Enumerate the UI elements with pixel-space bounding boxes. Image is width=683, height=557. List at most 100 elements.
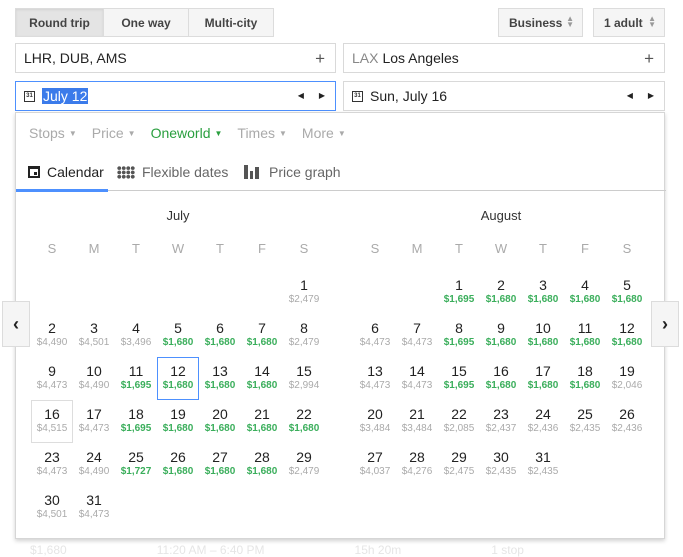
next-date-icon[interactable]: ▶ (319, 91, 325, 100)
calendar-day[interactable]: 25 $1,727 (115, 443, 157, 486)
calendar-day[interactable]: 8 $1,695 (438, 314, 480, 357)
day-number: 19 (619, 363, 635, 379)
calendar-day[interactable]: 17 $1,680 (522, 357, 564, 400)
calendar-day[interactable]: 6 $4,473 (354, 314, 396, 357)
day-number: 25 (577, 406, 593, 422)
calendar-day[interactable]: 23 $4,473 (31, 443, 73, 486)
filter-airline-alliance[interactable]: Oneworld ▼ (151, 125, 223, 141)
calendar-day[interactable]: 1 $2,479 (283, 271, 325, 314)
calendar-day[interactable]: 26 $1,680 (157, 443, 199, 486)
day-number: 13 (212, 363, 228, 379)
destination-input[interactable]: LAX Los Angeles + (343, 43, 665, 73)
calendar-day[interactable]: 14 $4,473 (396, 357, 438, 400)
calendar-day[interactable]: 25 $2,435 (564, 400, 606, 443)
calendar-day[interactable]: 9 $1,680 (480, 314, 522, 357)
calendar-day[interactable]: 2 $4,490 (31, 314, 73, 357)
add-origin-icon[interactable]: + (315, 49, 325, 69)
calendar-day[interactable]: 4 $3,496 (115, 314, 157, 357)
calendar-day[interactable]: 5 $1,680 (157, 314, 199, 357)
calendar-day[interactable]: 19 $1,680 (157, 400, 199, 443)
calendar-day[interactable]: 27 $1,680 (199, 443, 241, 486)
calendar-day[interactable]: 20 $3,484 (354, 400, 396, 443)
next-month-button[interactable]: › (651, 301, 679, 347)
calendar-day[interactable]: 4 $1,680 (564, 271, 606, 314)
filter-times[interactable]: Times ▼ (237, 125, 287, 141)
tab-flexible-dates[interactable]: Flexible dates (117, 164, 228, 180)
calendar-day[interactable]: 28 $4,276 (396, 443, 438, 486)
calendar-day[interactable]: 13 $4,473 (354, 357, 396, 400)
calendar-day[interactable]: 16 $1,680 (480, 357, 522, 400)
calendar-day[interactable]: 15 $1,695 (438, 357, 480, 400)
one-way-button[interactable]: One way (103, 8, 189, 37)
add-destination-icon[interactable]: + (644, 49, 654, 69)
origin-input[interactable]: LHR, DUB, AMS + (15, 43, 336, 73)
day-price: $1,680 (204, 423, 236, 434)
calendar-day[interactable]: 29 $2,475 (438, 443, 480, 486)
prev-date-icon[interactable]: ◀ (627, 91, 633, 100)
calendar-day[interactable]: 3 $4,501 (73, 314, 115, 357)
calendar-day[interactable]: 30 $4,501 (31, 486, 73, 529)
prev-date-icon[interactable]: ◀ (298, 91, 304, 100)
tab-calendar[interactable]: Calendar (28, 164, 104, 180)
calendar-day[interactable]: 31 $4,473 (73, 486, 115, 529)
calendar-day[interactable]: 2 $1,680 (480, 271, 522, 314)
day-price: $3,496 (120, 337, 152, 348)
calendar-day[interactable]: 9 $4,473 (31, 357, 73, 400)
calendar-day-selected-return[interactable]: 16 $4,515 (31, 400, 73, 443)
round-trip-button[interactable]: Round trip (15, 8, 104, 37)
passengers-select[interactable]: 1 adult ▲ ▼ (593, 8, 665, 37)
calendar-day[interactable]: 20 $1,680 (199, 400, 241, 443)
calendar-day[interactable]: 15 $2,994 (283, 357, 325, 400)
calendar-day[interactable]: 21 $1,680 (241, 400, 283, 443)
cabin-class-select[interactable]: Business ▲ ▼ (498, 8, 583, 37)
calendar-day[interactable]: 28 $1,680 (241, 443, 283, 486)
day-number: 6 (216, 320, 224, 336)
calendar-day[interactable]: 10 $4,490 (73, 357, 115, 400)
calendar-day-selected-depart[interactable]: 12 $1,680 (157, 357, 199, 400)
filter-stops[interactable]: Stops ▼ (29, 125, 77, 141)
calendar-day[interactable]: 5 $1,680 (606, 271, 648, 314)
multi-city-button[interactable]: Multi-city (188, 8, 274, 37)
calendar-day[interactable]: 7 $4,473 (396, 314, 438, 357)
tab-price-graph[interactable]: Price graph (244, 164, 341, 180)
calendar-day[interactable]: 13 $1,680 (199, 357, 241, 400)
calendar-day[interactable]: 10 $1,680 (522, 314, 564, 357)
view-tabs: Calendar Flexible dates Price graph (16, 153, 666, 192)
calendar-day[interactable]: 6 $1,680 (199, 314, 241, 357)
calendar-day[interactable]: 21 $3,484 (396, 400, 438, 443)
filter-more[interactable]: More ▼ (302, 125, 346, 141)
calendar-day[interactable]: 3 $1,680 (522, 271, 564, 314)
calendar-day[interactable]: 31 $2,435 (522, 443, 564, 486)
calendar-day[interactable]: 24 $2,436 (522, 400, 564, 443)
calendar-day[interactable]: 27 $4,037 (354, 443, 396, 486)
calendar-day[interactable]: 11 $1,695 (115, 357, 157, 400)
previous-month-button[interactable]: ‹ (2, 301, 30, 347)
calendar-day[interactable]: 22 $2,085 (438, 400, 480, 443)
calendar-day[interactable]: 29 $2,479 (283, 443, 325, 486)
day-number: 1 (455, 277, 463, 293)
filter-price[interactable]: Price ▼ (92, 125, 136, 141)
calendar-day[interactable]: 7 $1,680 (241, 314, 283, 357)
calendar-day[interactable]: 1 $1,695 (438, 271, 480, 314)
calendar-day[interactable]: 22 $1,680 (283, 400, 325, 443)
calendar-day[interactable]: 14 $1,680 (241, 357, 283, 400)
day-price: $2,994 (288, 380, 320, 391)
calendar-day[interactable]: 18 $1,680 (564, 357, 606, 400)
calendar-day[interactable]: 24 $4,490 (73, 443, 115, 486)
calendar-day[interactable]: 8 $2,479 (283, 314, 325, 357)
calendar-day[interactable]: 17 $4,473 (73, 400, 115, 443)
up-down-arrows-icon: ▲ ▼ (566, 14, 574, 29)
calendar-day[interactable]: 18 $1,695 (115, 400, 157, 443)
day-price: $1,695 (443, 294, 475, 305)
calendar-day[interactable]: 30 $2,435 (480, 443, 522, 486)
day-price: $1,680 (246, 466, 278, 477)
calendar-day[interactable]: 23 $2,437 (480, 400, 522, 443)
next-date-icon[interactable]: ▶ (648, 91, 654, 100)
depart-date-input[interactable]: 31 July 12 ◀ ▶ (15, 81, 336, 111)
return-date-input[interactable]: 31 Sun, July 16 ◀ ▶ (343, 81, 665, 111)
calendar-day[interactable]: 19 $2,046 (606, 357, 648, 400)
calendar-day[interactable]: 26 $2,436 (606, 400, 648, 443)
calendar-day[interactable]: 12 $1,680 (606, 314, 648, 357)
day-number: 24 (86, 449, 102, 465)
calendar-day[interactable]: 11 $1,680 (564, 314, 606, 357)
